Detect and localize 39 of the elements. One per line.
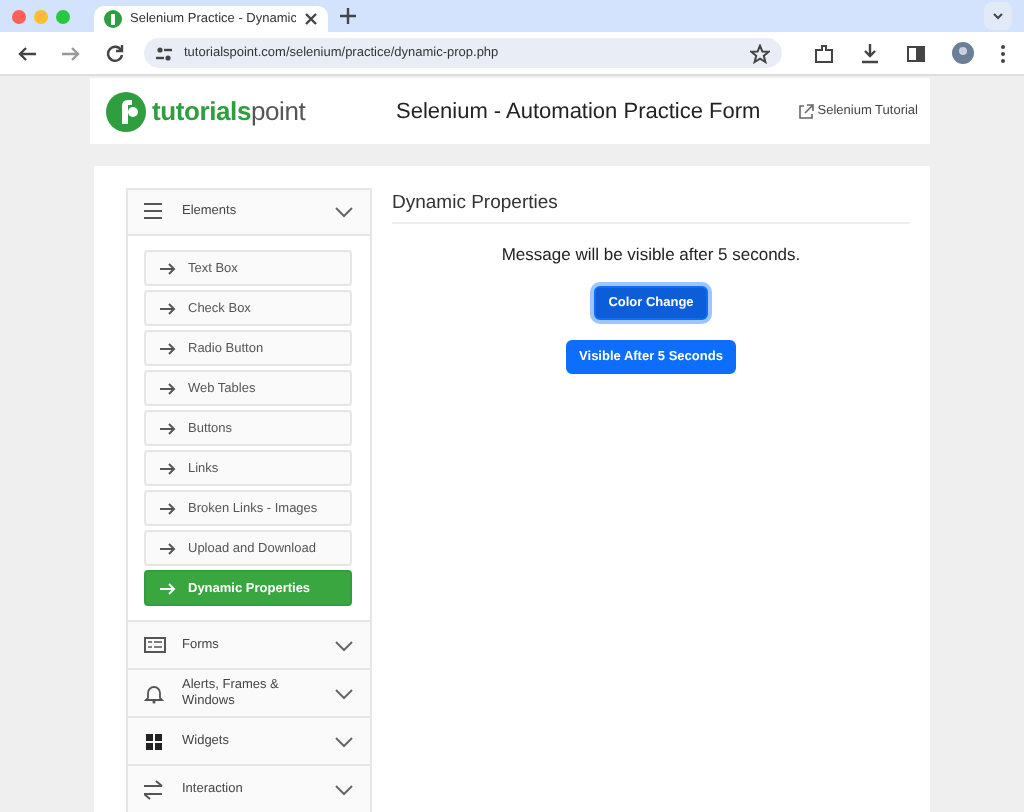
download-icon[interactable]: [860, 43, 880, 63]
chevron-icon: [334, 639, 354, 651]
puzzle-icon[interactable]: [814, 43, 834, 63]
arrow-right-icon: [160, 461, 176, 475]
arrow-right-icon: [160, 581, 176, 595]
side-panel-icon[interactable]: [906, 43, 926, 63]
arrow-right-icon: [160, 381, 176, 395]
message-text: Message will be visible after 5 seconds.: [501, 244, 801, 264]
arrow-right-icon: [160, 421, 176, 435]
arrow-right-icon: [160, 341, 176, 355]
arrow-right-icon: [160, 501, 176, 515]
site-settings-icon: [156, 45, 172, 61]
page-title: Selenium - Automation Practice Form: [396, 99, 763, 123]
form-icon: [144, 635, 166, 655]
chevron-icon: [334, 735, 354, 747]
logo-text: tutorialspoint: [152, 96, 306, 126]
bell-icon: [144, 683, 166, 703]
more-icon[interactable]: [1000, 43, 1006, 63]
chevron-icon: [334, 206, 354, 218]
star-icon[interactable]: [750, 43, 770, 63]
favicon-icon: [104, 10, 122, 28]
reload-icon[interactable]: [106, 44, 124, 62]
new-tab-icon[interactable]: [340, 8, 356, 24]
menu-icon: [144, 202, 166, 222]
chevron-icon: [334, 687, 354, 699]
logo-icon: [106, 91, 146, 131]
close-icon[interactable]: [304, 12, 318, 26]
arrow-right-icon: [160, 301, 176, 315]
arrows-icon: [144, 779, 166, 799]
forward-icon[interactable]: [62, 45, 80, 61]
grid-icon: [144, 731, 166, 751]
chevron-down-icon[interactable]: [984, 2, 1012, 30]
external-link-icon: [797, 103, 814, 119]
arrow-right-icon: [160, 541, 176, 555]
arrow-right-icon: [160, 261, 176, 275]
chevron-icon: [334, 783, 354, 795]
section-title: Dynamic Properties: [392, 188, 910, 224]
avatar-icon[interactable]: [952, 42, 974, 64]
back-icon[interactable]: [18, 45, 36, 61]
